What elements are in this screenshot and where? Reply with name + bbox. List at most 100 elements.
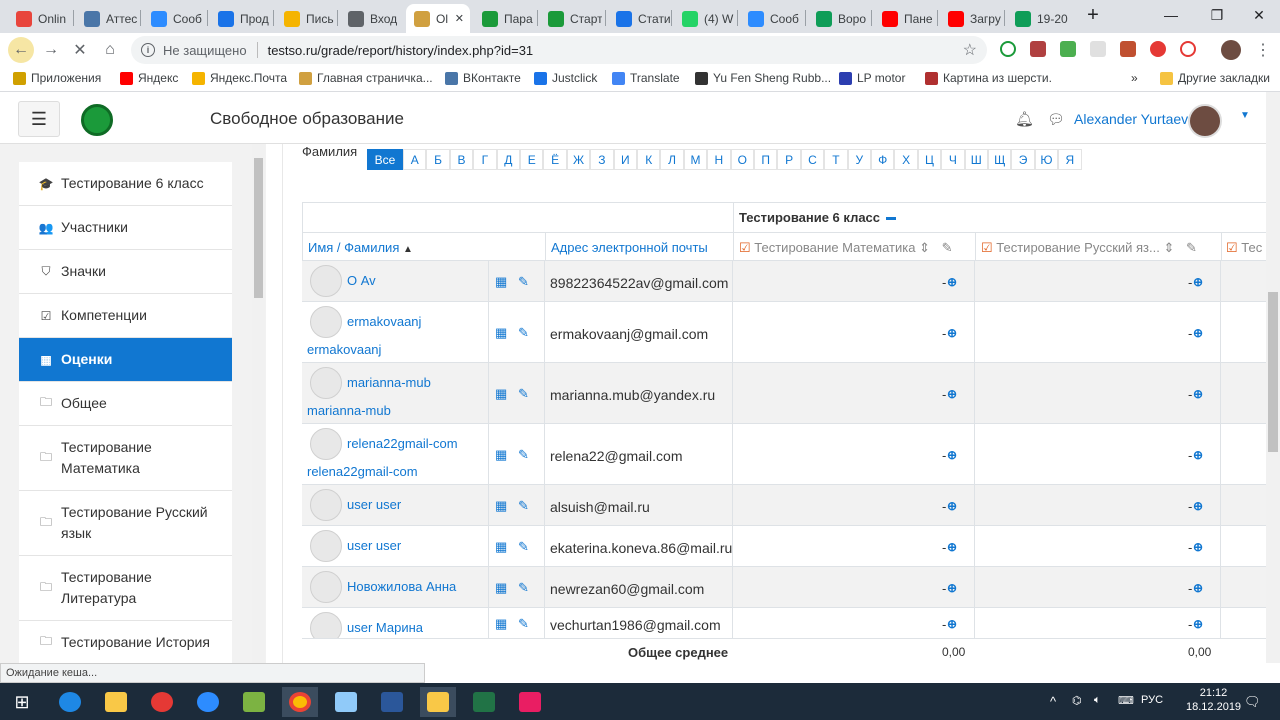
initial-filter-letter[interactable]: С [800,149,825,170]
notifications-icon[interactable]: 🗨︎ [1244,694,1261,710]
extension-icon[interactable] [1090,41,1106,57]
zoom-icon[interactable]: ⊕ [1193,617,1203,631]
user-name-link[interactable]: relena22gmail-com [347,436,458,451]
initial-filter-letter[interactable]: Х [894,149,918,170]
sort-icon[interactable]: ⇕ [1163,240,1174,255]
sort-name-header[interactable]: Имя / Фамилия ▲ [308,240,413,255]
taskbar-app-messenger[interactable] [190,687,226,717]
user-name-link[interactable]: Новожилова Анна [347,579,456,594]
drawer-item[interactable]: 🎓 Тестирование 6 класс [19,162,232,206]
browser-tab[interactable]: Onlin [8,4,70,33]
pencil-icon[interactable]: ✎ [518,386,529,402]
taskbar-app-notepad[interactable] [328,687,364,717]
initial-filter-letter[interactable]: З [590,149,614,170]
other-bookmarks[interactable]: Другие закладки [1160,71,1270,85]
initial-filter-letter[interactable]: Ш [964,149,988,170]
taskbar-app-paint[interactable] [236,687,272,717]
grade-table-icon[interactable]: ▦ [495,616,507,632]
browser-tab[interactable]: Сооб [740,4,802,33]
user-name-link[interactable]: user user [347,497,401,512]
pencil-icon[interactable]: ✎ [518,498,529,514]
zoom-icon[interactable]: ⊕ [1193,540,1203,554]
user-name-link[interactable]: user Марина [347,620,423,635]
bookmark-item[interactable]: Yu Fen Sheng Rubb... [695,71,831,85]
initial-filter-letter[interactable]: Ц [917,149,942,170]
browser-tab[interactable]: Сооб [143,4,205,33]
maximize-button[interactable]: ❐ [1194,0,1240,30]
clock[interactable]: 21:12 18.12.2019 [1186,687,1241,713]
scrollbar-thumb[interactable] [254,158,263,298]
zoom-icon[interactable]: ⊕ [947,387,957,401]
taskbar-app-video[interactable] [512,687,548,717]
taskbar-app-folder[interactable] [420,687,456,717]
user-name-link[interactable]: marianna-mub [347,375,431,390]
browser-tab[interactable]: Прод [210,4,272,33]
forward-button[interactable]: → [38,37,64,63]
zoom-icon[interactable]: ⊕ [947,275,957,289]
grade-table-icon[interactable]: ▦ [495,386,507,402]
extension-icon[interactable] [1150,41,1166,57]
collapse-icon[interactable] [885,217,896,221]
pencil-icon[interactable]: ✎ [518,447,529,463]
pencil-icon[interactable]: ✎ [518,274,529,290]
math-column-header[interactable]: ☑ Тестирование Математика ⇕ ✎ [739,240,953,256]
volume-icon[interactable]: 🔈︎ [1094,694,1101,707]
zoom-icon[interactable]: ⊕ [1193,387,1203,401]
tray-chevron-icon[interactable]: ^ [1050,694,1056,709]
browser-tab[interactable]: Загру [940,4,1002,33]
user-name-link[interactable]: relena22gmail-com [307,464,418,479]
browser-tab[interactable]: (4) W [674,4,736,33]
sort-icon[interactable]: ⇕ [919,240,930,255]
bookmark-item[interactable]: LP motor [839,71,905,85]
chat-bubble-icon[interactable]: 💬︎ [1047,111,1065,128]
zoom-icon[interactable]: ⊕ [947,499,957,513]
initial-filter-letter[interactable]: Д [496,149,520,170]
browser-tab[interactable]: Пись [276,4,338,33]
address-bar[interactable]: i Не защищено testso.ru/grade/report/his… [131,36,987,64]
pencil-icon[interactable]: ✎ [942,240,953,255]
drawer-item[interactable]: 👥 Участники [19,206,232,250]
grade-table-icon[interactable]: ▦ [495,274,507,290]
zoom-icon[interactable]: ⊕ [947,540,957,554]
initial-filter-letter[interactable]: В [449,149,474,170]
browser-tab[interactable]: Вход [340,4,402,33]
taskbar-app-explorer[interactable] [98,687,134,717]
bookmark-item[interactable]: Главная страничка... [299,71,433,85]
browser-tab[interactable]: 19-20 [1007,4,1069,33]
bookmark-item[interactable]: Приложения [13,71,101,85]
site-name[interactable]: Свободное образование [210,109,404,129]
drawer-item[interactable]: 🗀 Тестирование Математика [19,426,232,491]
user-name-link[interactable]: marianna-mub [307,403,391,418]
extension-icon[interactable] [1180,41,1196,57]
browser-tab[interactable]: Пане [874,4,936,33]
user-avatar[interactable] [310,428,342,460]
taskbar-app-chrome[interactable] [282,687,318,717]
close-window-button[interactable]: ✕ [1236,0,1280,30]
initial-filter-letter[interactable]: Л [660,149,684,170]
network-icon[interactable]: ⌬ [1072,694,1082,707]
scrollbar-thumb[interactable] [1268,292,1278,452]
zoom-icon[interactable]: ⊕ [1193,275,1203,289]
grade-table-icon[interactable]: ▦ [495,498,507,514]
drawer-item[interactable]: 🗀 Тестирование Русский язык [19,491,232,556]
tab-close-icon[interactable]: ✕ [455,12,464,25]
extension-icon[interactable] [1060,41,1076,57]
grade-table-icon[interactable]: ▦ [495,325,507,341]
grade-table-icon[interactable]: ▦ [495,539,507,555]
next-column-header[interactable]: ☑ Тес [1226,240,1262,256]
pencil-icon[interactable]: ✎ [518,539,529,555]
profile-avatar[interactable] [1221,40,1241,60]
bookmark-item[interactable]: Яндекс [120,71,178,85]
initial-filter-letter[interactable]: Я [1058,149,1082,170]
initial-filter-letter[interactable]: Б [426,149,450,170]
browser-tab[interactable]: Аттес [76,4,138,33]
initial-filter-letter[interactable]: Е [520,149,544,170]
drawer-item[interactable]: 🗀 Тестирование Литература [19,556,232,621]
grade-table-icon[interactable]: ▦ [495,447,507,463]
zoom-icon[interactable]: ⊕ [1193,448,1203,462]
caret-down-icon[interactable]: ▼ [1240,110,1250,121]
bookmark-item[interactable]: Translate [612,71,680,85]
drawer-item[interactable]: ▦ Оценки [19,338,232,382]
initial-filter-letter[interactable]: Ф [871,149,895,170]
bookmarks-overflow-chevron[interactable]: » [1131,71,1138,85]
